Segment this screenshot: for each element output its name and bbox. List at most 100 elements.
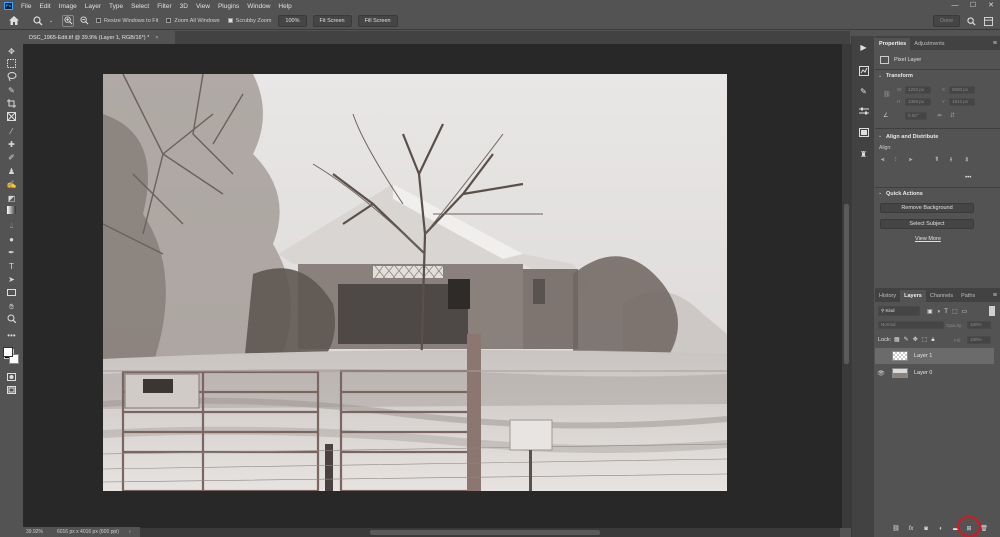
x-field[interactable]: 0000 px <box>949 86 975 94</box>
tab-properties[interactable]: Properties <box>875 38 911 50</box>
zoom-100-button[interactable]: 100% <box>278 14 307 27</box>
menu-help[interactable]: Help <box>274 3 295 10</box>
view-more-link[interactable]: View More <box>915 236 941 242</box>
dodge-tool-icon[interactable]: ● <box>5 234 18 246</box>
menu-window[interactable]: Window <box>243 3 274 10</box>
layer-row-layer0[interactable]: 👁︎ Layer 0 <box>875 365 994 381</box>
menu-edit[interactable]: Edit <box>35 3 54 10</box>
zoom-out-icon[interactable] <box>78 15 90 27</box>
search-icon[interactable] <box>965 15 977 27</box>
fill-screen-button[interactable]: Fill Screen <box>357 14 398 27</box>
clone-stamp-tool-icon[interactable]: ♟ <box>5 166 18 178</box>
link-layers-icon[interactable]: ⛓ <box>891 525 901 533</box>
minimize-button[interactable]: — <box>946 0 964 12</box>
tab-history[interactable]: History <box>875 290 900 302</box>
select-subject-button[interactable]: Select Subject <box>880 219 974 229</box>
chevron-down-icon[interactable]: ⌄ <box>48 15 54 27</box>
blur-tool-icon[interactable]: 💧︎ <box>5 220 18 232</box>
vertical-scroll-thumb[interactable] <box>844 204 849 364</box>
healing-brush-tool-icon[interactable]: ✚ <box>5 139 18 151</box>
zoom-tool-sidebar-icon[interactable] <box>5 314 18 326</box>
menu-filter[interactable]: Filter <box>153 3 175 10</box>
brush-tool-icon[interactable]: ✐ <box>5 152 18 164</box>
chevron-down-icon[interactable]: ⌄ <box>878 133 882 139</box>
done-button[interactable]: Done <box>933 15 961 27</box>
align-center-h-icon[interactable]: ⫶ <box>895 157 897 164</box>
resize-windows-checkbox[interactable]: Resize Windows to Fit <box>96 18 158 24</box>
rectangle-tool-icon[interactable] <box>5 288 18 300</box>
layers-panel-menu-icon[interactable]: ≡ <box>993 290 997 302</box>
tab-layers[interactable]: Layers <box>900 290 926 302</box>
zoom-level[interactable]: 39.92% <box>26 529 43 535</box>
object-selection-tool-icon[interactable]: ✎ <box>5 85 18 97</box>
hand-tool-icon[interactable]: ✋︎ <box>5 301 18 313</box>
more-options-icon[interactable]: ••• <box>965 175 971 181</box>
layer-filter-icons[interactable]: ▣◑T⬚▭ <box>927 308 971 315</box>
add-mask-icon[interactable]: ◙ <box>921 525 931 533</box>
more-tools-icon[interactable]: ••• <box>5 330 18 342</box>
close-window-button[interactable]: ✕ <box>982 0 1000 12</box>
close-tab-icon[interactable]: × <box>155 35 158 41</box>
width-field[interactable]: 1203 px <box>905 86 931 94</box>
menu-file[interactable]: File <box>17 3 35 10</box>
adjustment-layer-icon[interactable]: ◐ <box>936 525 946 533</box>
remove-background-button[interactable]: Remove Background <box>880 203 974 213</box>
fx-icon[interactable]: fx <box>906 525 916 533</box>
menu-3d[interactable]: 3D <box>176 3 192 10</box>
type-tool-icon[interactable]: T <box>5 261 18 273</box>
opacity-field[interactable]: 100% <box>967 321 991 329</box>
align-bottom-icon[interactable]: ⫫ <box>965 157 968 164</box>
flip-vertical-icon[interactable]: ⇵ <box>950 112 955 119</box>
align-right-icon[interactable]: ⫸ <box>909 157 912 164</box>
history-brush-tool-icon[interactable]: ✍ <box>5 179 18 191</box>
vertical-scrollbar[interactable] <box>842 44 851 528</box>
zoom-tool-icon[interactable] <box>32 15 44 27</box>
menu-type[interactable]: Type <box>105 3 127 10</box>
lasso-tool-icon[interactable] <box>5 72 18 84</box>
height-field[interactable]: 1369 px <box>905 98 931 106</box>
zoom-in-icon[interactable] <box>62 14 74 27</box>
status-menu-arrow-icon[interactable]: › <box>129 529 131 535</box>
maximize-button[interactable]: ☐ <box>964 0 982 12</box>
panel-menu-icon[interactable]: ≡ <box>993 38 997 50</box>
sliders-icon[interactable] <box>857 106 870 118</box>
layer-name[interactable]: Layer 1 <box>914 353 932 359</box>
filter-toggle[interactable] <box>989 306 995 316</box>
layer-row-layer1[interactable]: Layer 1 <box>875 348 994 364</box>
lock-icons[interactable]: ▦✎✥⬚🔒︎ <box>894 336 939 344</box>
horizontal-scroll-thumb[interactable] <box>370 530 600 535</box>
menu-layer[interactable]: Layer <box>81 3 105 10</box>
menu-plugins[interactable]: Plugins <box>214 3 243 10</box>
eyedropper-tool-icon[interactable]: ⁄ <box>5 126 18 138</box>
tab-channels[interactable]: Channels <box>926 290 957 302</box>
brush-settings-icon[interactable]: ✎ <box>857 86 870 98</box>
libraries-icon[interactable] <box>857 128 870 140</box>
eraser-tool-icon[interactable]: ◩ <box>5 193 18 205</box>
quick-mask-icon[interactable] <box>5 373 18 385</box>
layer-kind-filter[interactable]: ⚲ Kind <box>878 306 920 316</box>
y-field[interactable]: 1812 px <box>949 98 975 106</box>
plugins-icon[interactable]: ♜ <box>857 149 870 161</box>
canvas-area[interactable] <box>23 44 842 528</box>
photo-canvas[interactable] <box>103 74 727 491</box>
path-selection-tool-icon[interactable]: ➤ <box>5 274 18 286</box>
workspace-icon[interactable] <box>982 15 994 27</box>
gradient-tool-icon[interactable] <box>5 206 18 218</box>
chevron-down-icon[interactable]: ⌄ <box>878 73 882 79</box>
zoom-all-windows-checkbox[interactable]: Zoom All Windows <box>166 18 220 24</box>
play-actions-icon[interactable]: ▶ <box>857 42 870 54</box>
home-icon[interactable] <box>8 15 20 27</box>
marquee-tool-icon[interactable] <box>5 59 18 71</box>
menu-image[interactable]: Image <box>55 3 81 10</box>
fit-screen-button[interactable]: Fit Screen <box>312 14 352 27</box>
angle-field[interactable]: 0.00° <box>905 112 927 120</box>
adjustments-icon[interactable] <box>857 66 870 78</box>
screen-mode-icon[interactable] <box>5 386 18 398</box>
link-icon[interactable]: ⛓ <box>883 91 891 98</box>
chevron-down-icon[interactable]: ⌄ <box>878 190 882 196</box>
layer-name[interactable]: Layer 0 <box>914 370 932 376</box>
menu-select[interactable]: Select <box>127 3 153 10</box>
eye-icon[interactable]: 👁︎ <box>875 370 887 377</box>
blend-mode-select[interactable]: Normal <box>878 321 944 329</box>
foreground-color-swatch-front[interactable] <box>3 347 13 357</box>
